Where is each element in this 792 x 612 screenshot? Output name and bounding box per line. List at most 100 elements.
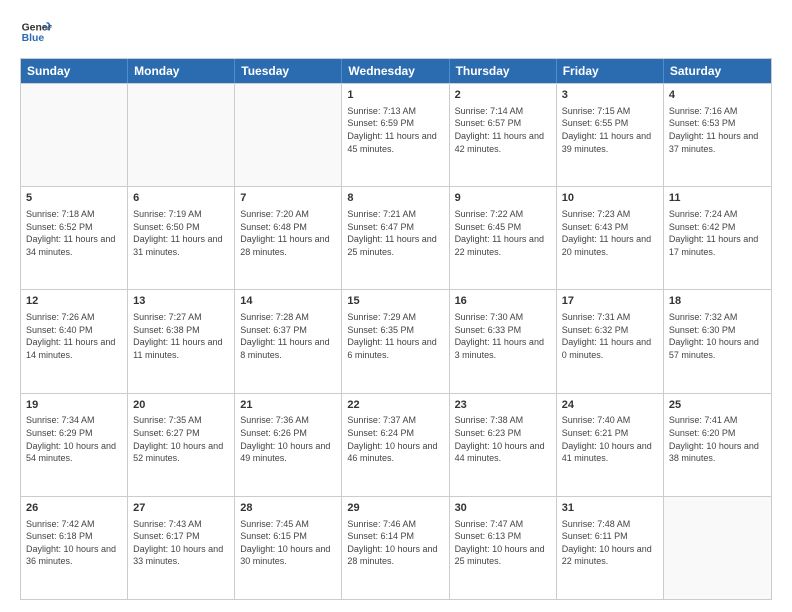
cal-row-4: 26 Sunrise: 7:42 AM Sunset: 6:18 PM Dayli… — [21, 496, 771, 599]
day-number: 8 — [347, 191, 443, 206]
cal-cell-15: 15 Sunrise: 7:29 AM Sunset: 6:35 PM Dayli… — [342, 290, 449, 392]
cal-cell-26: 26 Sunrise: 7:42 AM Sunset: 6:18 PM Dayli… — [21, 497, 128, 599]
cal-cell-4: 4 Sunrise: 7:16 AM Sunset: 6:53 PM Daylig… — [664, 84, 771, 186]
cal-row-3: 19Sunrise: 7:34 AM Sunset: 6:29 PM Dayli… — [21, 393, 771, 496]
svg-text:Blue: Blue — [22, 33, 45, 44]
day-number: 10 — [562, 191, 658, 206]
day-header-sunday: Sunday — [21, 59, 128, 83]
day-number: 19 — [26, 398, 122, 413]
day-header-monday: Monday — [128, 59, 235, 83]
calendar-body: 1 Sunrise: 7:13 AM Sunset: 6:59 PM Daylig… — [21, 83, 771, 599]
calendar-header: SundayMondayTuesdayWednesdayThursdayFrid… — [21, 59, 771, 83]
day-info: Sunrise: 7:36 AM Sunset: 6:26 PM Dayligh… — [240, 414, 336, 464]
cal-cell-29: 29 Sunrise: 7:46 AM Sunset: 6:14 PM Dayli… — [342, 497, 449, 599]
day-info: Sunrise: 7:38 AM Sunset: 6:23 PM Dayligh… — [455, 414, 551, 464]
cal-cell-2: 2Sunrise: 7:14 AM Sunset: 6:57 PM Daylig… — [450, 84, 557, 186]
cal-row-2: 12 Sunrise: 7:26 AM Sunset: 6:40 PM Dayli… — [21, 289, 771, 392]
day-info: Sunrise: 7:26 AM Sunset: 6:40 PM Dayligh… — [26, 311, 122, 361]
day-info: Sunrise: 7:31 AM Sunset: 6:32 PM Dayligh… — [562, 311, 658, 361]
day-info: Sunrise: 7:43 AM Sunset: 6:17 PM Dayligh… — [133, 518, 229, 568]
day-number: 5 — [26, 191, 122, 206]
cal-cell-empty — [21, 84, 128, 186]
day-number: 30 — [455, 501, 551, 516]
day-info: Sunrise: 7:29 AM Sunset: 6:35 PM Dayligh… — [347, 311, 443, 361]
day-info: Sunrise: 7:27 AM Sunset: 6:38 PM Dayligh… — [133, 311, 229, 361]
cal-cell-19: 19Sunrise: 7:34 AM Sunset: 6:29 PM Dayli… — [21, 394, 128, 496]
cal-cell-27: 27Sunrise: 7:43 AM Sunset: 6:17 PM Dayli… — [128, 497, 235, 599]
day-info: Sunrise: 7:19 AM Sunset: 6:50 PM Dayligh… — [133, 208, 229, 258]
day-number: 18 — [669, 294, 766, 309]
day-number: 7 — [240, 191, 336, 206]
day-number: 29 — [347, 501, 443, 516]
calendar: SundayMondayTuesdayWednesdayThursdayFrid… — [20, 58, 772, 600]
day-info: Sunrise: 7:34 AM Sunset: 6:29 PM Dayligh… — [26, 414, 122, 464]
day-info: Sunrise: 7:18 AM Sunset: 6:52 PM Dayligh… — [26, 208, 122, 258]
cal-cell-8: 8Sunrise: 7:21 AM Sunset: 6:47 PM Daylig… — [342, 187, 449, 289]
day-info: Sunrise: 7:45 AM Sunset: 6:15 PM Dayligh… — [240, 518, 336, 568]
day-number: 20 — [133, 398, 229, 413]
day-number: 14 — [240, 294, 336, 309]
day-number: 4 — [669, 88, 766, 103]
cal-cell-13: 13 Sunrise: 7:27 AM Sunset: 6:38 PM Dayli… — [128, 290, 235, 392]
day-number: 3 — [562, 88, 658, 103]
cal-cell-14: 14 Sunrise: 7:28 AM Sunset: 6:37 PM Dayli… — [235, 290, 342, 392]
day-number: 1 — [347, 88, 443, 103]
logo-icon: General Blue — [20, 16, 52, 48]
logo: General Blue — [20, 16, 52, 48]
day-header-tuesday: Tuesday — [235, 59, 342, 83]
day-number: 28 — [240, 501, 336, 516]
day-info: Sunrise: 7:37 AM Sunset: 6:24 PM Dayligh… — [347, 414, 443, 464]
day-number: 26 — [26, 501, 122, 516]
cal-cell-5: 5 Sunrise: 7:18 AM Sunset: 6:52 PM Daylig… — [21, 187, 128, 289]
cal-cell-6: 6 Sunrise: 7:19 AM Sunset: 6:50 PM Daylig… — [128, 187, 235, 289]
day-number: 12 — [26, 294, 122, 309]
day-number: 22 — [347, 398, 443, 413]
day-info: Sunrise: 7:14 AM Sunset: 6:57 PM Dayligh… — [455, 105, 551, 155]
day-info: Sunrise: 7:30 AM Sunset: 6:33 PM Dayligh… — [455, 311, 551, 361]
cal-cell-16: 16 Sunrise: 7:30 AM Sunset: 6:33 PM Dayli… — [450, 290, 557, 392]
day-info: Sunrise: 7:46 AM Sunset: 6:14 PM Dayligh… — [347, 518, 443, 568]
cal-cell-30: 30 Sunrise: 7:47 AM Sunset: 6:13 PM Dayli… — [450, 497, 557, 599]
day-number: 16 — [455, 294, 551, 309]
day-info: Sunrise: 7:24 AM Sunset: 6:42 PM Dayligh… — [669, 208, 766, 258]
day-info: Sunrise: 7:20 AM Sunset: 6:48 PM Dayligh… — [240, 208, 336, 258]
day-number: 31 — [562, 501, 658, 516]
day-header-friday: Friday — [557, 59, 664, 83]
day-number: 24 — [562, 398, 658, 413]
calendar-page: General Blue SundayMondayTuesdayWednesda… — [0, 0, 792, 612]
day-number: 9 — [455, 191, 551, 206]
cal-cell-3: 3Sunrise: 7:15 AM Sunset: 6:55 PM Daylig… — [557, 84, 664, 186]
cal-cell-7: 7 Sunrise: 7:20 AM Sunset: 6:48 PM Daylig… — [235, 187, 342, 289]
day-info: Sunrise: 7:40 AM Sunset: 6:21 PM Dayligh… — [562, 414, 658, 464]
day-info: Sunrise: 7:22 AM Sunset: 6:45 PM Dayligh… — [455, 208, 551, 258]
cal-cell-9: 9 Sunrise: 7:22 AM Sunset: 6:45 PM Daylig… — [450, 187, 557, 289]
cal-cell-18: 18Sunrise: 7:32 AM Sunset: 6:30 PM Dayli… — [664, 290, 771, 392]
cal-cell-21: 21Sunrise: 7:36 AM Sunset: 6:26 PM Dayli… — [235, 394, 342, 496]
day-number: 13 — [133, 294, 229, 309]
day-number: 21 — [240, 398, 336, 413]
header: General Blue — [20, 16, 772, 48]
day-info: Sunrise: 7:23 AM Sunset: 6:43 PM Dayligh… — [562, 208, 658, 258]
cal-cell-22: 22Sunrise: 7:37 AM Sunset: 6:24 PM Dayli… — [342, 394, 449, 496]
cal-row-1: 5 Sunrise: 7:18 AM Sunset: 6:52 PM Daylig… — [21, 186, 771, 289]
cal-cell-20: 20Sunrise: 7:35 AM Sunset: 6:27 PM Dayli… — [128, 394, 235, 496]
day-number: 23 — [455, 398, 551, 413]
cal-cell-25: 25Sunrise: 7:41 AM Sunset: 6:20 PM Dayli… — [664, 394, 771, 496]
day-header-saturday: Saturday — [664, 59, 771, 83]
cal-cell-28: 28 Sunrise: 7:45 AM Sunset: 6:15 PM Dayli… — [235, 497, 342, 599]
day-number: 11 — [669, 191, 766, 206]
day-info: Sunrise: 7:28 AM Sunset: 6:37 PM Dayligh… — [240, 311, 336, 361]
day-info: Sunrise: 7:47 AM Sunset: 6:13 PM Dayligh… — [455, 518, 551, 568]
day-number: 25 — [669, 398, 766, 413]
cal-cell-12: 12 Sunrise: 7:26 AM Sunset: 6:40 PM Dayli… — [21, 290, 128, 392]
cal-cell-11: 11 Sunrise: 7:24 AM Sunset: 6:42 PM Dayli… — [664, 187, 771, 289]
day-number: 6 — [133, 191, 229, 206]
day-number: 15 — [347, 294, 443, 309]
day-info: Sunrise: 7:16 AM Sunset: 6:53 PM Dayligh… — [669, 105, 766, 155]
day-info: Sunrise: 7:13 AM Sunset: 6:59 PM Dayligh… — [347, 105, 443, 155]
day-info: Sunrise: 7:41 AM Sunset: 6:20 PM Dayligh… — [669, 414, 766, 464]
day-info: Sunrise: 7:48 AM Sunset: 6:11 PM Dayligh… — [562, 518, 658, 568]
cal-cell-empty — [128, 84, 235, 186]
day-info: Sunrise: 7:42 AM Sunset: 6:18 PM Dayligh… — [26, 518, 122, 568]
cal-cell-24: 24Sunrise: 7:40 AM Sunset: 6:21 PM Dayli… — [557, 394, 664, 496]
